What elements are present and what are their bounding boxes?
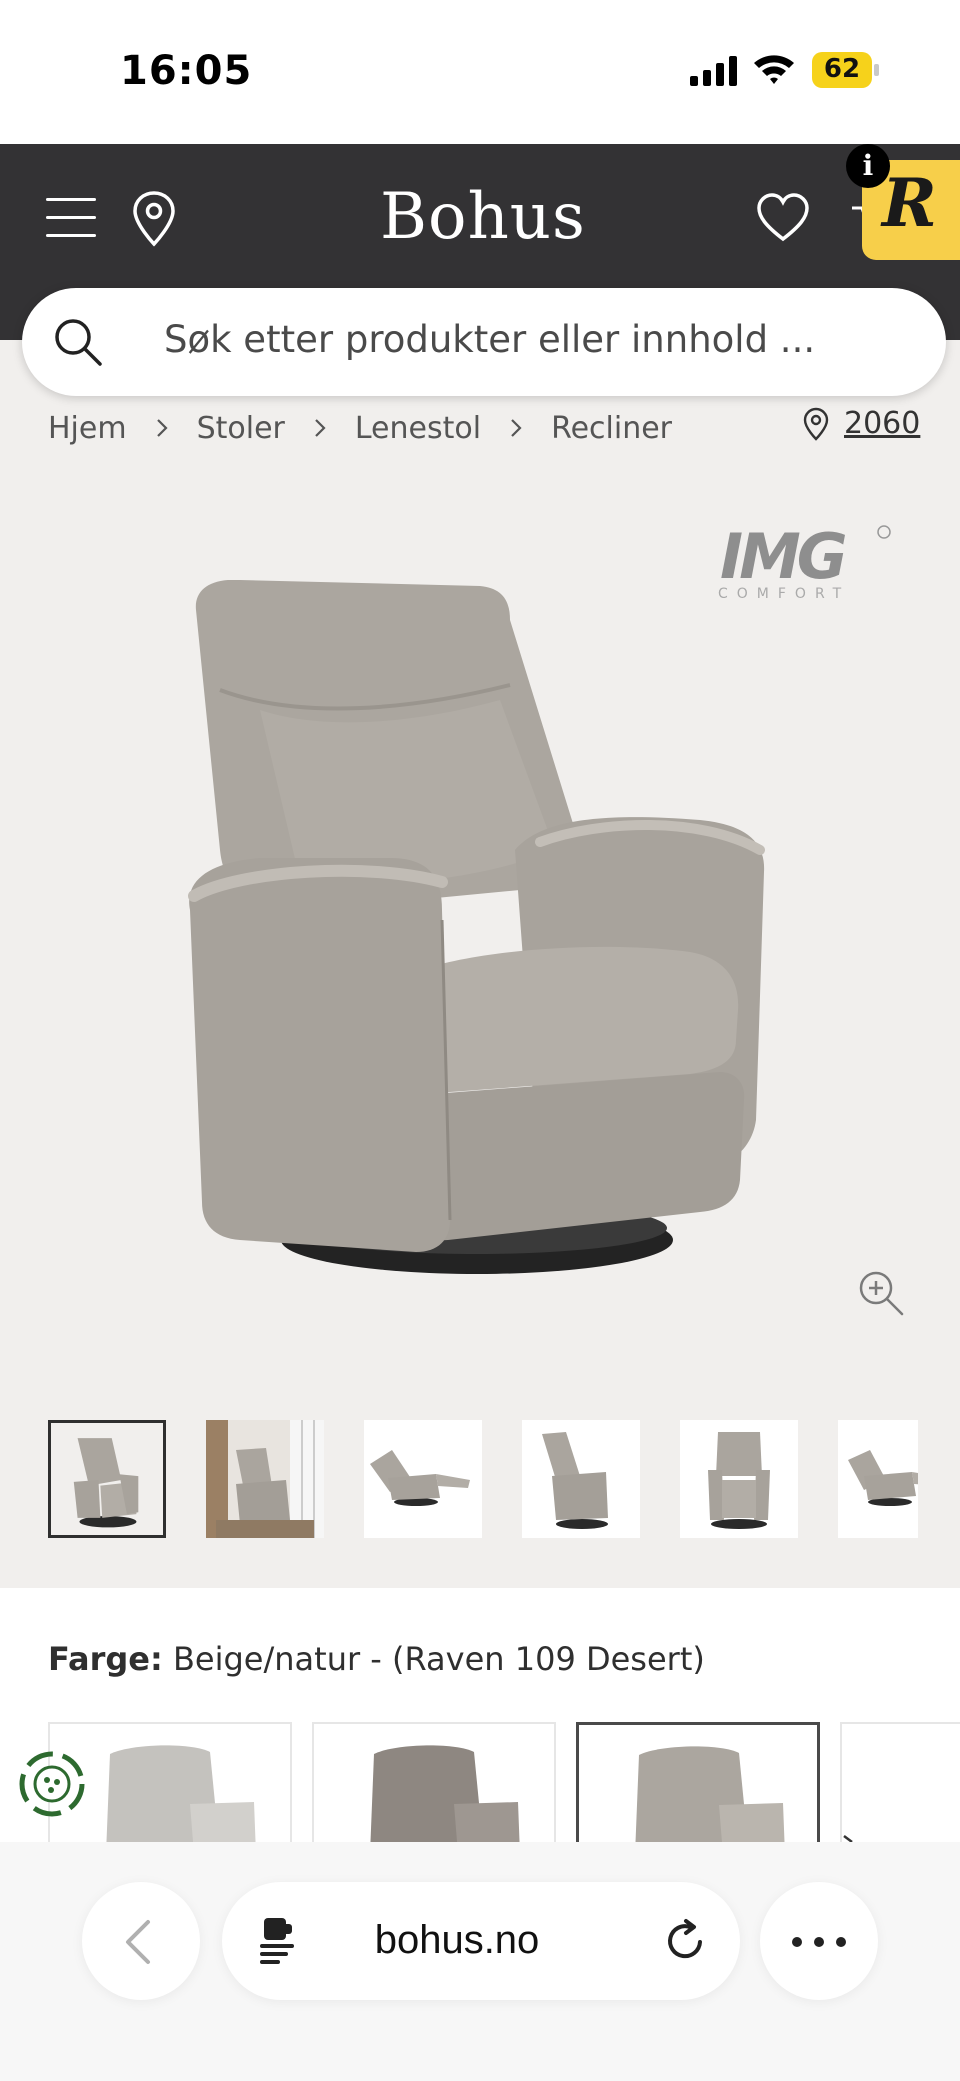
color-label: Farge: — [48, 1640, 163, 1678]
url-text: bohus.no — [374, 1918, 540, 1962]
status-time: 16:05 — [120, 48, 253, 94]
thumbnail-5[interactable] — [680, 1420, 798, 1538]
thumbnail-3[interactable] — [364, 1420, 482, 1538]
chevron-right-icon — [315, 419, 326, 437]
menu-icon — [46, 198, 96, 201]
battery-indicator: 62 — [812, 52, 880, 88]
color-swatch-2[interactable] — [312, 1722, 556, 1842]
postcode-selector[interactable]: 2060 — [802, 406, 920, 441]
zoom-in-icon[interactable] — [856, 1268, 906, 1318]
more-icon — [792, 1937, 802, 1947]
color-swatches — [48, 1722, 960, 1842]
chevron-right-icon — [156, 419, 168, 437]
address-bar[interactable]: bohus.no — [222, 1882, 740, 2000]
reviews-widget-logo: R — [882, 164, 937, 242]
thumbnail-4[interactable] — [522, 1420, 640, 1538]
wifi-icon — [754, 55, 794, 84]
postcode-value: 2060 — [844, 406, 921, 441]
color-value: Beige/natur - (Raven 109 Desert) — [172, 1640, 705, 1678]
wishlist-heart-icon[interactable] — [756, 192, 810, 244]
more-options-button[interactable] — [760, 1882, 878, 2000]
info-icon[interactable]: i — [846, 144, 890, 188]
battery-level: 62 — [823, 54, 861, 84]
search-input[interactable]: Søk etter produkter eller innhold ... — [22, 288, 946, 396]
thumbnail-6[interactable] — [838, 1420, 918, 1538]
store-location-icon[interactable] — [130, 190, 178, 248]
site-logo[interactable]: Bohus — [380, 180, 585, 254]
back-arrow-icon — [126, 1920, 150, 1964]
color-selection-label: Farge: Beige/natur - (Raven 109 Desert) — [48, 1640, 705, 1678]
search-icon — [55, 319, 102, 366]
browser-toolbar: bohus.no — [0, 1842, 960, 2081]
thumbnail-2[interactable] — [206, 1420, 324, 1538]
breadcrumb-item-lenestol[interactable]: Lenestol — [355, 411, 481, 446]
cellular-signal-icon — [690, 56, 737, 86]
reader-icon[interactable] — [256, 1916, 300, 1966]
cookie-icon[interactable] — [16, 1748, 88, 1820]
chevron-right-icon — [511, 419, 522, 437]
breadcrumb-item-recliner[interactable]: Recliner — [551, 411, 672, 446]
status-bar: 16:05 62 — [0, 0, 960, 144]
thumbnail-strip — [48, 1420, 918, 1540]
color-swatch-4[interactable] — [840, 1722, 960, 1842]
thumbnail-1[interactable] — [48, 1420, 166, 1538]
back-button[interactable] — [82, 1882, 200, 2000]
color-swatch-3[interactable] — [576, 1722, 820, 1842]
breadcrumb-item-stoler[interactable]: Stoler — [197, 411, 285, 446]
breadcrumb-item-hjem[interactable]: Hjem — [48, 411, 127, 446]
reload-icon[interactable] — [662, 1918, 708, 1964]
product-image[interactable] — [180, 580, 780, 1300]
breadcrumb: Hjem Stoler Lenestol Recliner — [48, 408, 672, 448]
search-placeholder: Søk etter produkter eller innhold ... — [164, 318, 816, 361]
location-pin-icon — [803, 407, 829, 441]
menu-button[interactable] — [46, 198, 96, 238]
